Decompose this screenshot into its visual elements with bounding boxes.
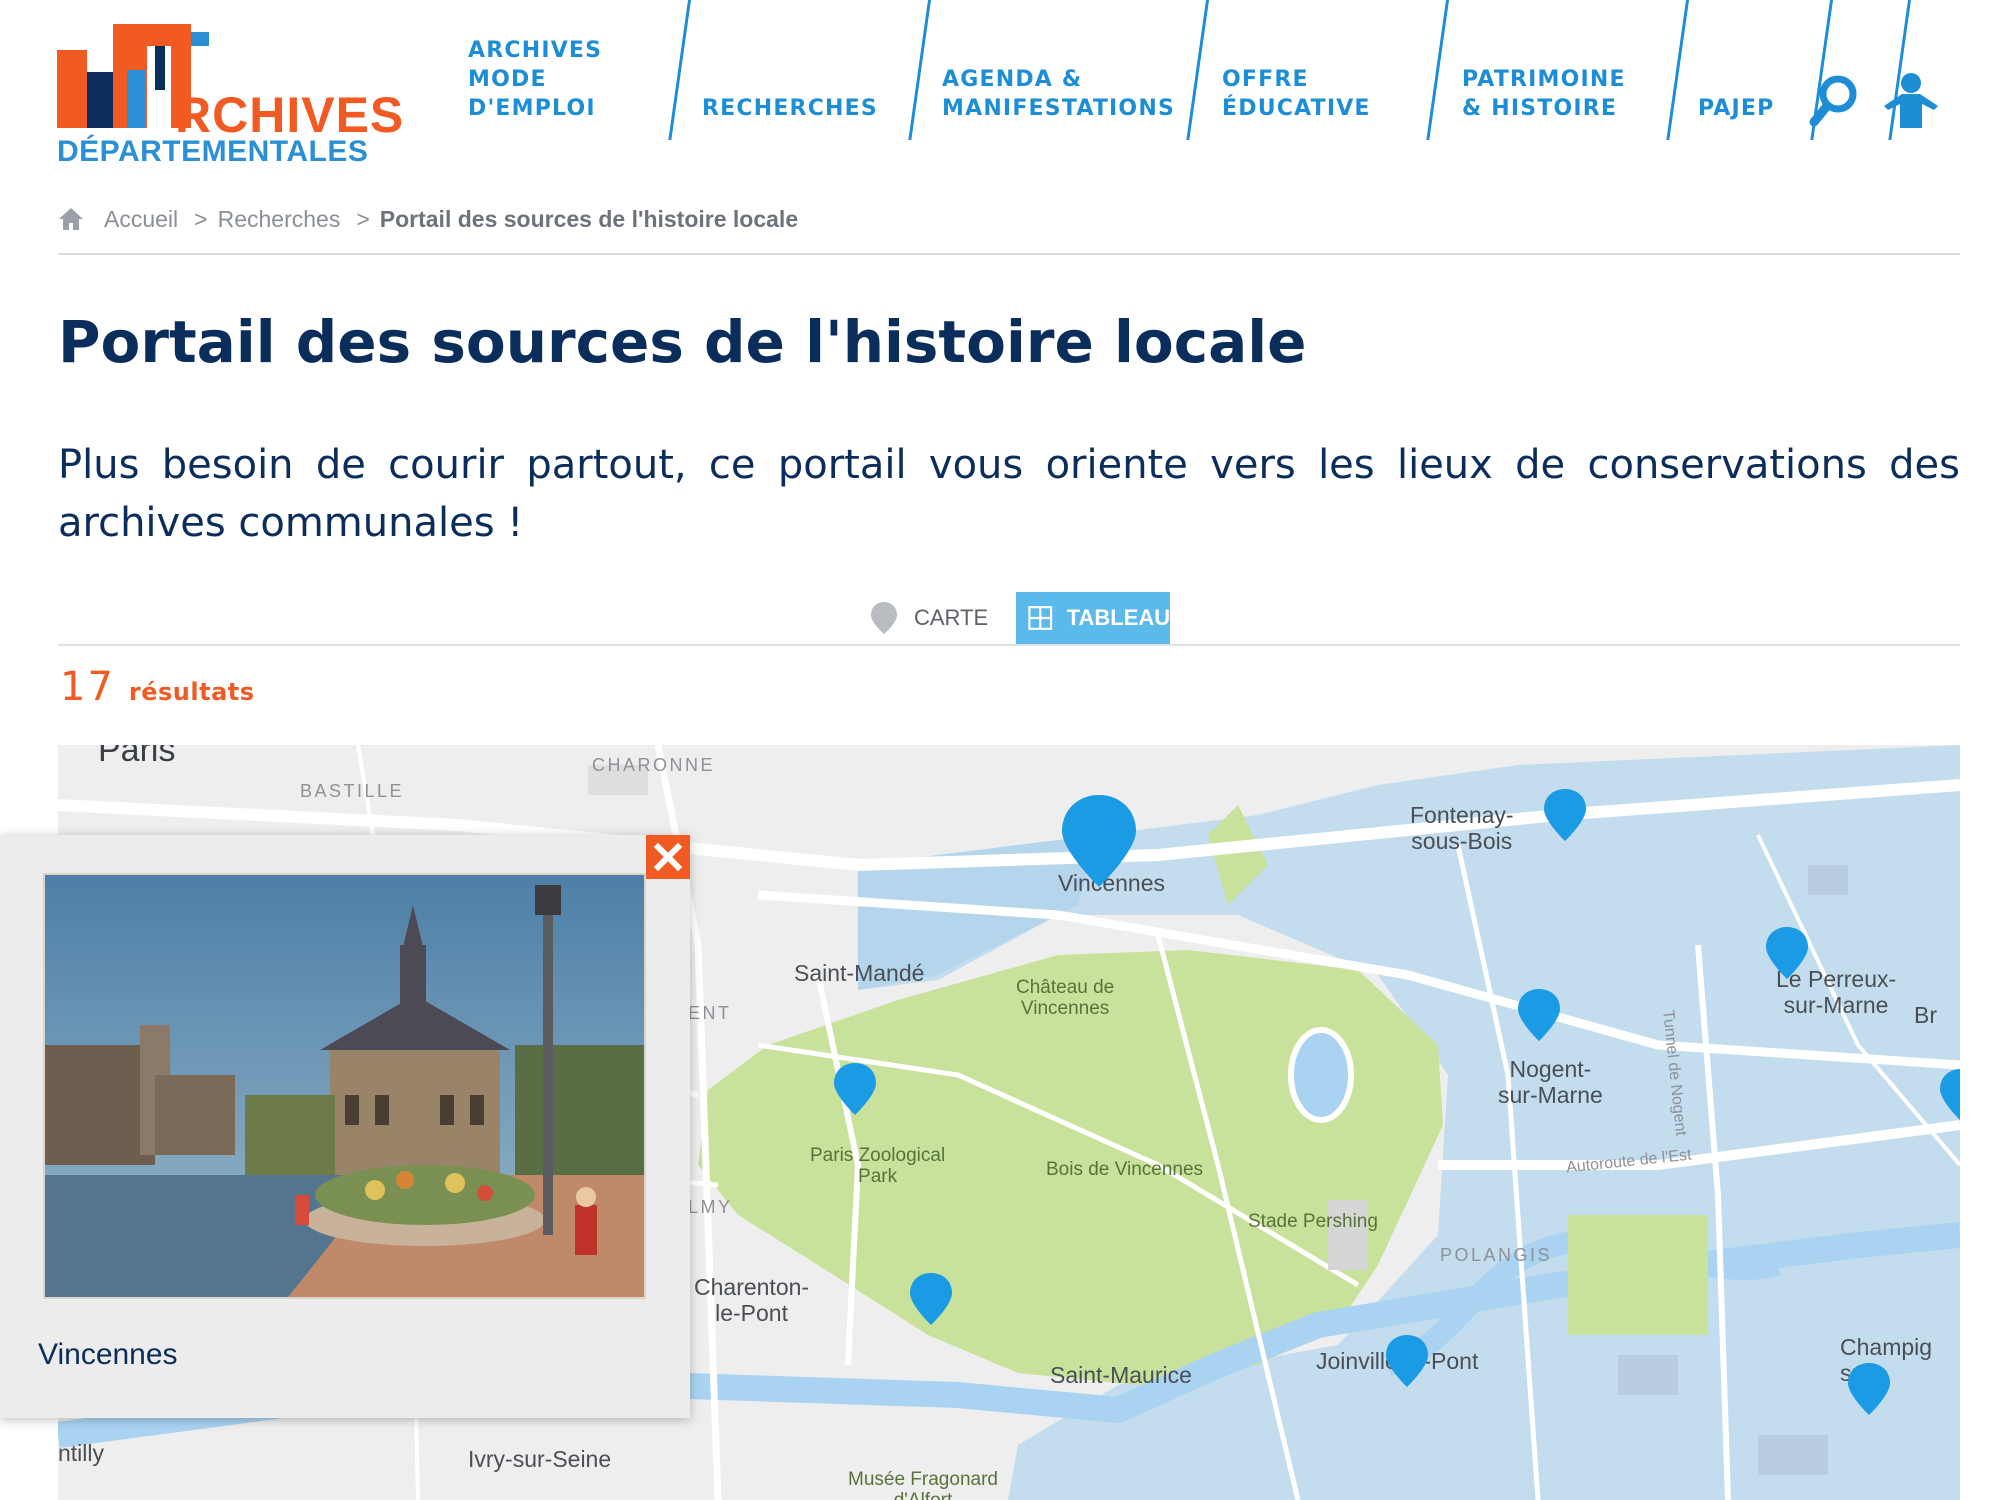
map-marker-edge-right[interactable] [1938, 1067, 1960, 1123]
results-count: 17 résultats [60, 664, 255, 710]
breadcrumb-separator: > [356, 205, 370, 232]
logo-block-orange-3 [147, 24, 171, 46]
breadcrumb: Accueil > Recherches > Portail des sourc… [58, 204, 798, 234]
nav-archives-mode-emploi[interactable]: ARCHIVES MODE D'EMPLOI [468, 36, 602, 123]
map-label-nogent: Nogent- sur-Marne [1498, 1056, 1603, 1108]
map-label-bastille: BASTILLE [300, 781, 405, 801]
map-label-saint-maurice: Saint-Maurice [1050, 1362, 1192, 1388]
map-marker-le-perreux[interactable] [1764, 925, 1810, 981]
nav-divider [668, 0, 691, 140]
close-icon [653, 842, 683, 872]
map-label-stade: Stade Pershing [1248, 1211, 1378, 1232]
map-marker-nogent[interactable] [1516, 987, 1562, 1043]
nav-recherches[interactable]: RECHERCHES [702, 94, 878, 123]
page-title: Portail des sources de l'histoire locale [58, 308, 1307, 376]
tab-tableau[interactable]: TABLEAU [1016, 592, 1171, 644]
map-label-saint-mande: Saint-Mandé [794, 960, 925, 986]
map-marker-charenton[interactable] [908, 1271, 954, 1327]
map-label-ent: ENT [688, 1003, 732, 1023]
site-header: RCHIVES DÉPARTEMENTALES ARCHIVES MODE D'… [0, 0, 2000, 190]
popup-title[interactable]: Vincennes [38, 1338, 178, 1372]
logo-block-blue-1 [127, 70, 145, 128]
site-logo[interactable]: RCHIVES DÉPARTEMENTALES [57, 24, 403, 169]
search-button[interactable] [1808, 72, 1860, 128]
nav-divider [1666, 0, 1689, 140]
map-marker-fontenay[interactable] [1542, 787, 1588, 843]
vincennes-postcard-image [45, 875, 644, 1297]
breadcrumb-current: Portail des sources de l'histoire locale [379, 205, 799, 232]
tab-tableau-label: TABLEAU [1066, 605, 1171, 630]
map-pin-icon [871, 602, 897, 634]
nav-divider [1426, 0, 1449, 140]
map-label-ntilly: ntilly [58, 1440, 105, 1466]
popup-close-button[interactable] [646, 835, 690, 879]
breadcrumb-home[interactable]: Accueil [104, 206, 178, 233]
grid-icon [1028, 606, 1053, 630]
page-intro: Plus besoin de courir partout, ce portai… [58, 442, 1960, 546]
tab-carte-label: CARTE [914, 605, 989, 630]
breadcrumb-recherches[interactable]: Recherches [218, 206, 341, 233]
map-label-charonne: CHARONNE [592, 755, 716, 775]
map-label-charenton: Charenton- le-Pont [694, 1274, 810, 1326]
logo-subtitle: DÉPARTEMENTALES [57, 135, 369, 168]
logo-block-orange-1 [57, 50, 87, 128]
user-account-button[interactable] [1882, 72, 1940, 128]
home-icon[interactable] [58, 207, 84, 231]
user-icon [1884, 73, 1938, 128]
map-marker-joinville[interactable] [1384, 1333, 1430, 1389]
map-label-musee: Musée Fragonard d'Alfort [848, 1469, 998, 1500]
divider [58, 644, 1960, 646]
map-label-paris: Paris [98, 745, 176, 769]
nav-divider [1186, 0, 1209, 140]
logo-wordmark: RCHIVES [175, 87, 405, 143]
nav-pajep[interactable]: PAJEP [1698, 94, 1774, 123]
breadcrumb-separator: > [194, 205, 208, 232]
divider [58, 253, 1960, 255]
nav-agenda-manifestations[interactable]: AGENDA & MANIFESTATIONS [942, 65, 1175, 123]
logo-block-navy-2 [155, 46, 165, 90]
map-label-br: Br [1914, 1002, 1937, 1028]
nav-offre-educative[interactable]: OFFRE ÉDUCATIVE [1222, 65, 1371, 123]
nav-divider [908, 0, 931, 140]
map-label-fontenay: Fontenay- sous-Bois [1410, 802, 1514, 854]
results-label: résultats [128, 678, 255, 706]
nav-patrimoine-histoire[interactable]: PATRIMOINE & HISTOIRE [1462, 65, 1626, 123]
map-marker-saint-mande[interactable] [832, 1061, 878, 1117]
map-label-lmy: LMY [688, 1197, 733, 1217]
logo-block-blue-2 [191, 32, 209, 46]
view-switch: CARTE TABLEAU [870, 592, 1171, 644]
map-label-zoo: Paris Zoological Park [810, 1145, 946, 1188]
map-label-ivry: Ivry-sur-Seine [468, 1446, 612, 1472]
popup-photo[interactable] [43, 873, 646, 1299]
results-number: 17 [60, 664, 115, 710]
logo-block-navy-1 [87, 72, 113, 128]
map-marker-vincennes[interactable] [1060, 793, 1138, 889]
map-label-chateau: Château de Vincennes [1016, 977, 1115, 1020]
tab-carte[interactable]: CARTE [870, 592, 1006, 644]
map-marker-champigny[interactable] [1846, 1361, 1892, 1417]
map-label-polangis: POLANGIS [1440, 1245, 1553, 1265]
map-label-bois: Bois de Vincennes [1046, 1159, 1204, 1180]
search-icon [1809, 75, 1857, 127]
